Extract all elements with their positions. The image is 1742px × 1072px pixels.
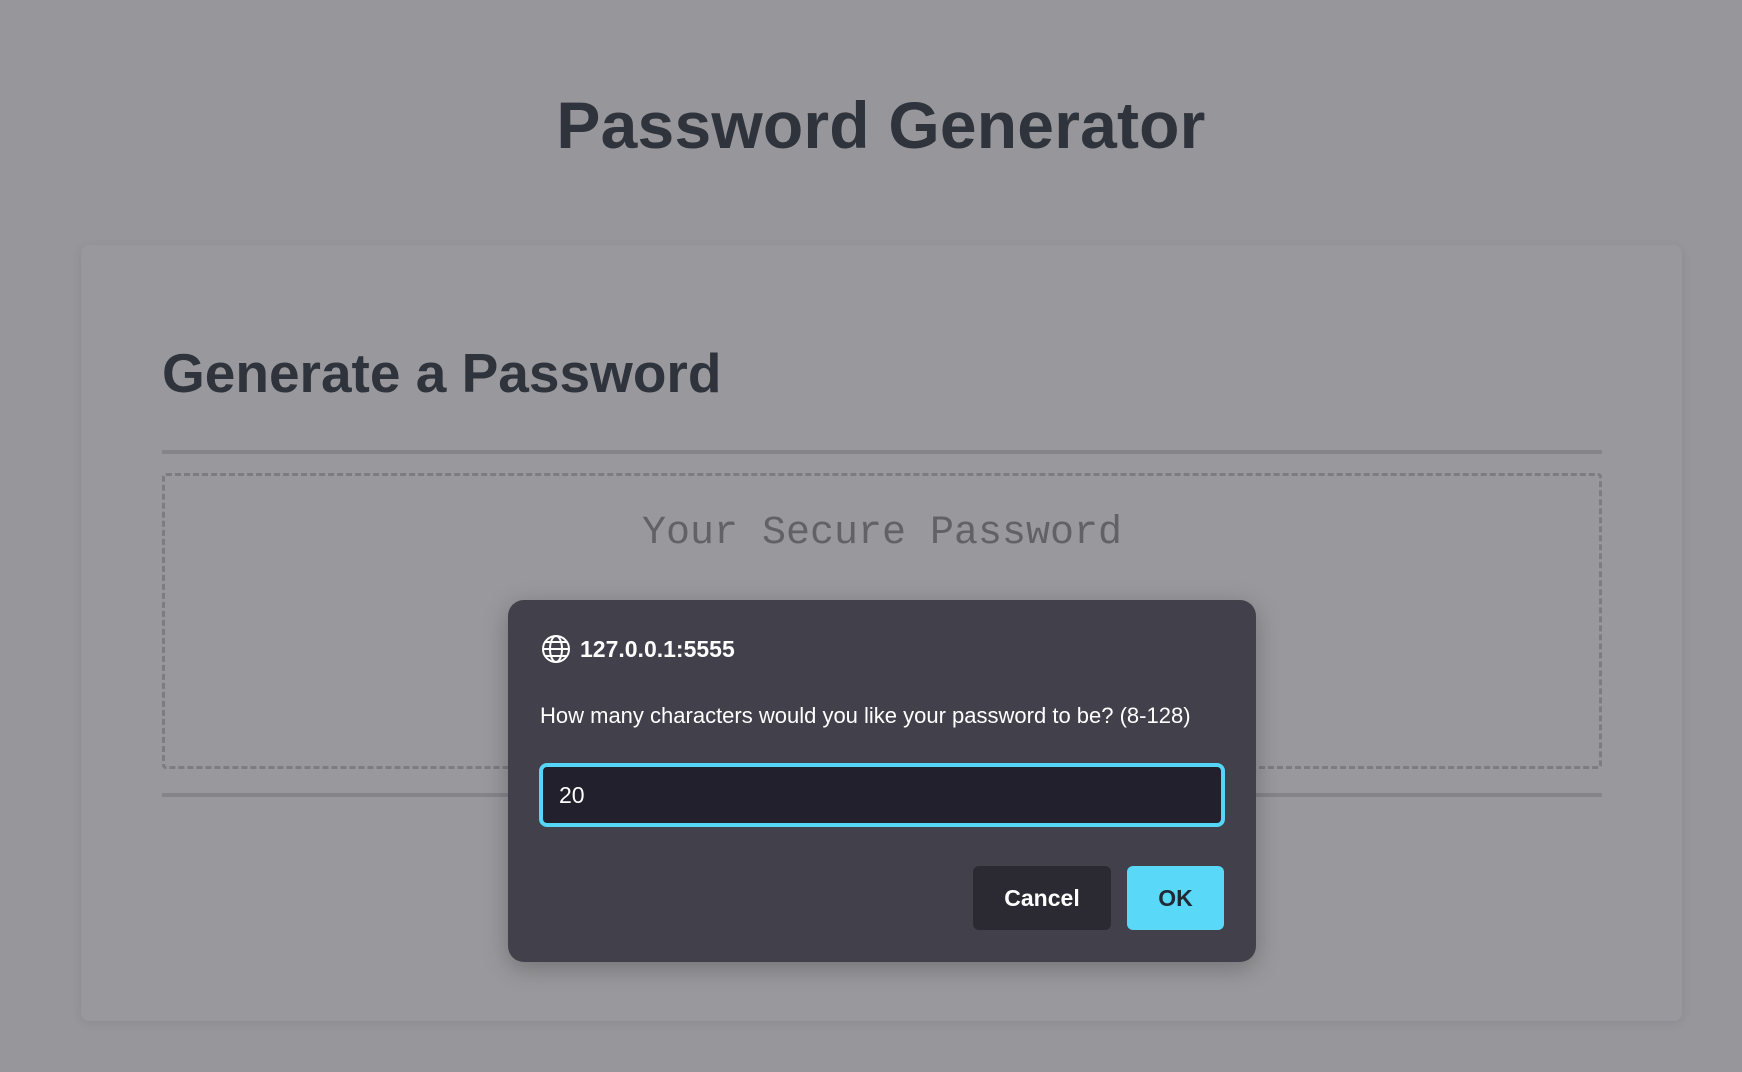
ok-button[interactable]: OK (1127, 866, 1224, 930)
dialog-buttons: Cancel OK (973, 866, 1224, 930)
card-header: Generate a Password (162, 341, 1602, 454)
dialog-message: How many characters would you like your … (540, 703, 1191, 728)
prompt-dialog: 127.0.0.1:5555 How many characters would… (508, 600, 1256, 962)
password-placeholder: Your Secure Password (641, 511, 1123, 556)
page-title: Password Generator (556, 88, 1206, 162)
card-title: Generate a Password (162, 342, 722, 404)
dialog-origin: 127.0.0.1:5555 (540, 632, 735, 666)
dialog-origin-text: 127.0.0.1:5555 (580, 635, 735, 662)
cancel-button[interactable]: Cancel (973, 866, 1111, 930)
globe-icon (540, 633, 572, 665)
password-length-input[interactable] (539, 763, 1225, 827)
